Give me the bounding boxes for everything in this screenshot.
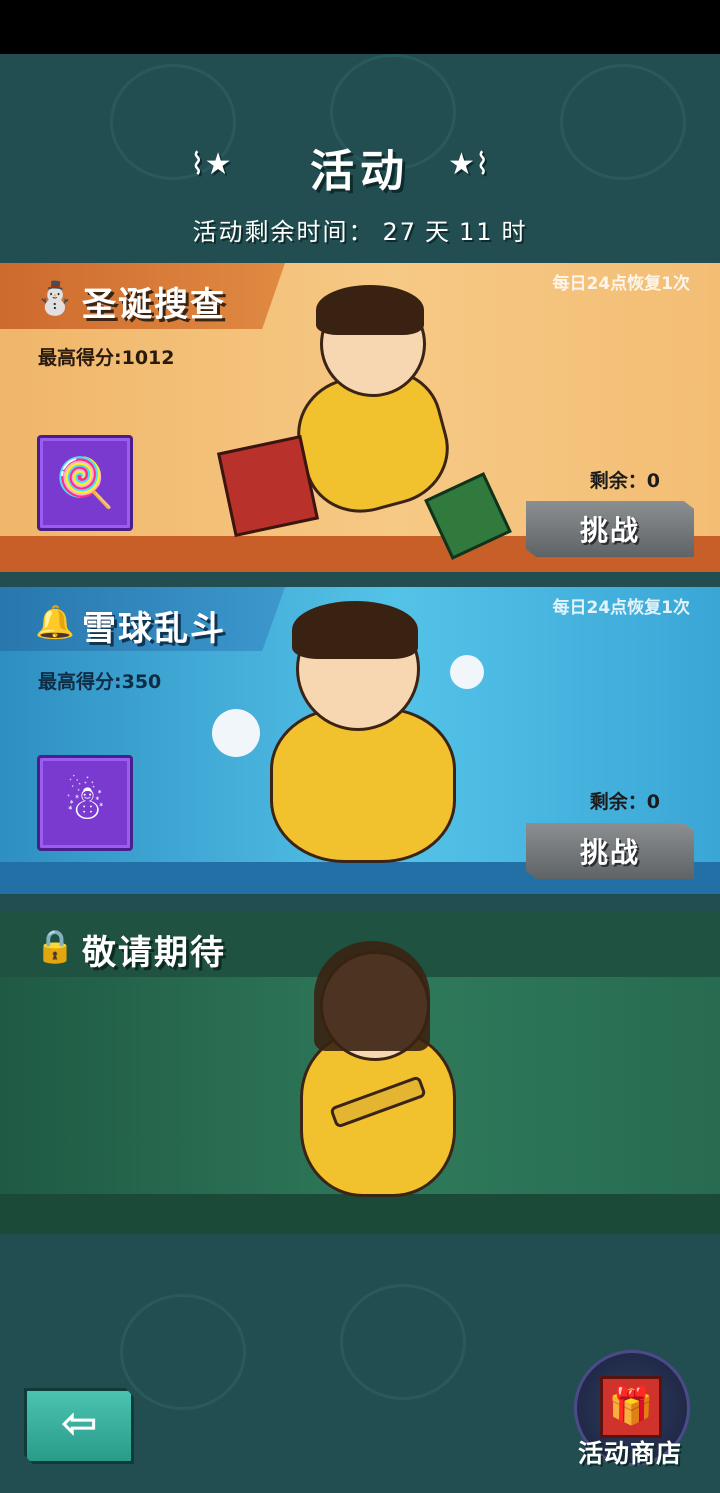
bell-icon: 🔔 — [35, 603, 75, 641]
snowman-cookie-icon[interactable]: ☃ — [37, 755, 133, 851]
challenge-button[interactable]: 挑战 — [526, 501, 694, 557]
gift-icon: 🎁 — [600, 1376, 662, 1438]
days-unit: 天 — [425, 218, 451, 246]
event-title: 雪球乱斗 — [82, 609, 226, 649]
event-title: 敬请期待 — [82, 933, 226, 973]
gift-box-icon — [216, 434, 320, 538]
event-card-snowball-fight[interactable]: 🔔 雪球乱斗 每日24点恢复1次 最高得分:350 ☃ 剩余：0 挑战 — [0, 587, 720, 894]
event-title: 圣诞搜查 — [82, 285, 226, 325]
status-bar — [0, 0, 720, 54]
snowman-face-icon: ⛄ — [35, 279, 75, 317]
right-star-deco-icon: ★⌇ — [448, 147, 490, 182]
hours-unit: 时 — [501, 218, 528, 246]
remaining-hours: 11 — [459, 218, 494, 246]
back-button[interactable]: ⇦ — [24, 1388, 134, 1464]
remaining-label: 活动剩余时间： — [192, 218, 375, 246]
remaining-attempts: 剩余：0 — [589, 470, 660, 492]
refresh-note: 每日24点恢复1次 — [552, 274, 691, 294]
shop-label: 活动商店 — [577, 1439, 682, 1468]
snowball-icon — [212, 709, 260, 757]
lock-icon: 🔒 — [35, 927, 75, 965]
refresh-note: 每日24点恢复1次 — [552, 598, 691, 618]
event-card-coming-soon: 🔒 敬请期待 — [0, 911, 720, 1234]
event-shop-button[interactable]: 🎁 活动商店 — [570, 1350, 690, 1470]
best-score: 最高得分:1012 — [38, 347, 175, 369]
snowball-icon — [450, 655, 484, 689]
challenge-button[interactable]: 挑战 — [526, 823, 694, 879]
remaining-attempts: 剩余：0 — [589, 791, 660, 813]
header: ⌇★ 活动 ★⌇ — [0, 135, 720, 197]
event-remaining-time: 活动剩余时间： 27 天 11 时 — [0, 212, 720, 247]
event-card-christmas-search[interactable]: ⛄ 圣诞搜查 每日24点恢复1次 最高得分:1012 🍭 剩余：0 挑战 — [0, 263, 720, 572]
candy-cane-icon[interactable]: 🍭 — [37, 435, 133, 531]
remaining-days: 27 — [382, 218, 417, 246]
card-bottom-stripe — [0, 1194, 720, 1234]
best-score: 最高得分:350 — [38, 671, 162, 693]
page-title: 活动 — [310, 146, 410, 197]
